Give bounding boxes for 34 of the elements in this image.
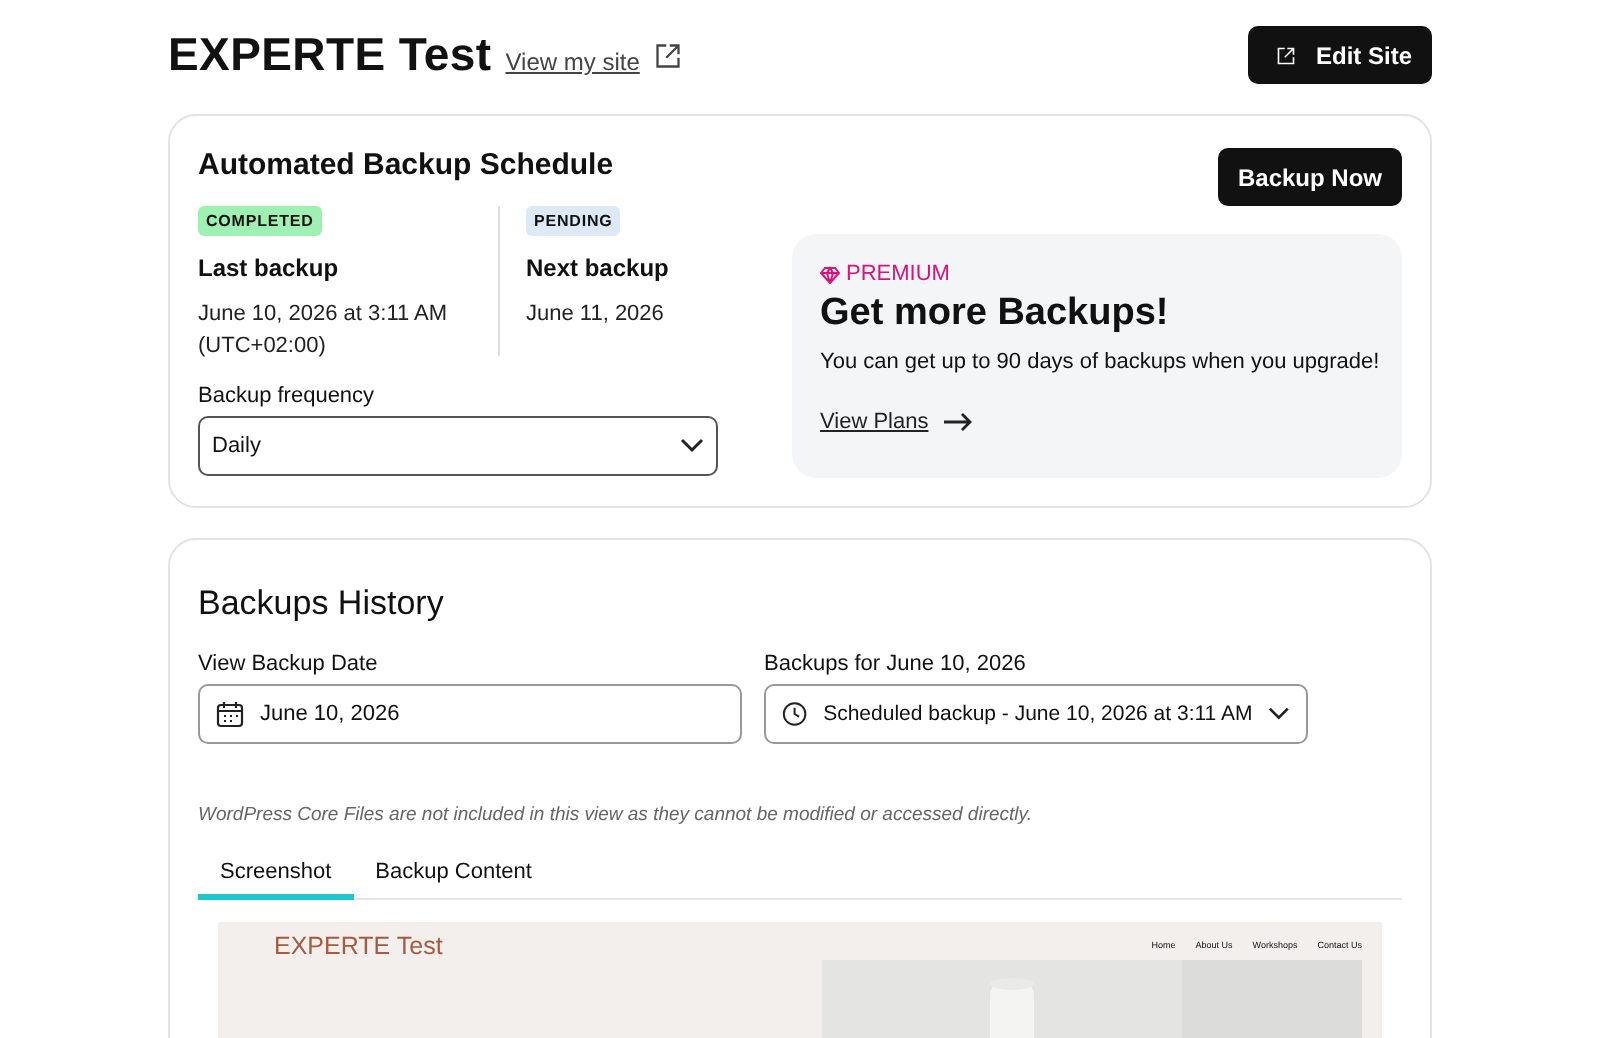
status-label: Next backup: [526, 254, 669, 282]
tab[interactable]: Screenshot: [198, 852, 354, 900]
tab[interactable]: Backup Content: [353, 852, 554, 900]
premium-text: You can get up to 90 days of backups when you upgrade!: [820, 350, 1374, 374]
backup-now-button[interactable]: Backup Now: [1217, 148, 1402, 206]
backup-select[interactable]: Scheduled backup - June 10, 2026 at 3:11 AM: [764, 684, 1308, 744]
external-link-icon: [1275, 45, 1296, 65]
diamond-icon: [820, 265, 840, 283]
premium-title: Get more Backups!: [820, 292, 1171, 336]
premium-tag: PREMIUM: [846, 262, 950, 286]
date-field[interactable]: June 10, 2026: [198, 684, 742, 744]
status-date: June 10, 2026 at 3:11 AM (UTC+02:00): [198, 300, 450, 362]
info-note: WordPress Core Files are not included in this view as they cannot be modified or accessed directly.: [198, 804, 1034, 826]
field-label: View Backup Date: [198, 652, 380, 676]
field-label: Backup frequency: [198, 384, 377, 408]
calendar-icon: [216, 700, 244, 728]
chevron-down-icon: [1268, 706, 1290, 722]
external-link-icon: [653, 41, 682, 69]
status-badge: COMPLETED: [198, 206, 322, 236]
arrow-right-icon: [944, 412, 973, 432]
view-plans-link[interactable]: View Plans: [820, 410, 929, 434]
view-site-link[interactable]: View my site: [505, 48, 640, 76]
status-badge: PENDING: [526, 206, 621, 236]
frequency-select[interactable]: Daily: [198, 416, 718, 476]
card-title: Automated Backup Schedule: [198, 148, 616, 182]
site-title: EXPERTE Test: [168, 28, 492, 82]
card-title: Backups History: [198, 584, 446, 624]
edit-site-button[interactable]: Edit Site: [1247, 26, 1432, 84]
chevron-down-icon: [680, 438, 704, 454]
status-label: Last backup: [198, 254, 339, 282]
status-date: June 11, 2026: [526, 300, 666, 330]
preview-site-title: EXPERTE Test: [274, 932, 443, 964]
clock-icon: [782, 700, 808, 728]
field-label: Backups for June 10, 2026: [764, 652, 1028, 676]
